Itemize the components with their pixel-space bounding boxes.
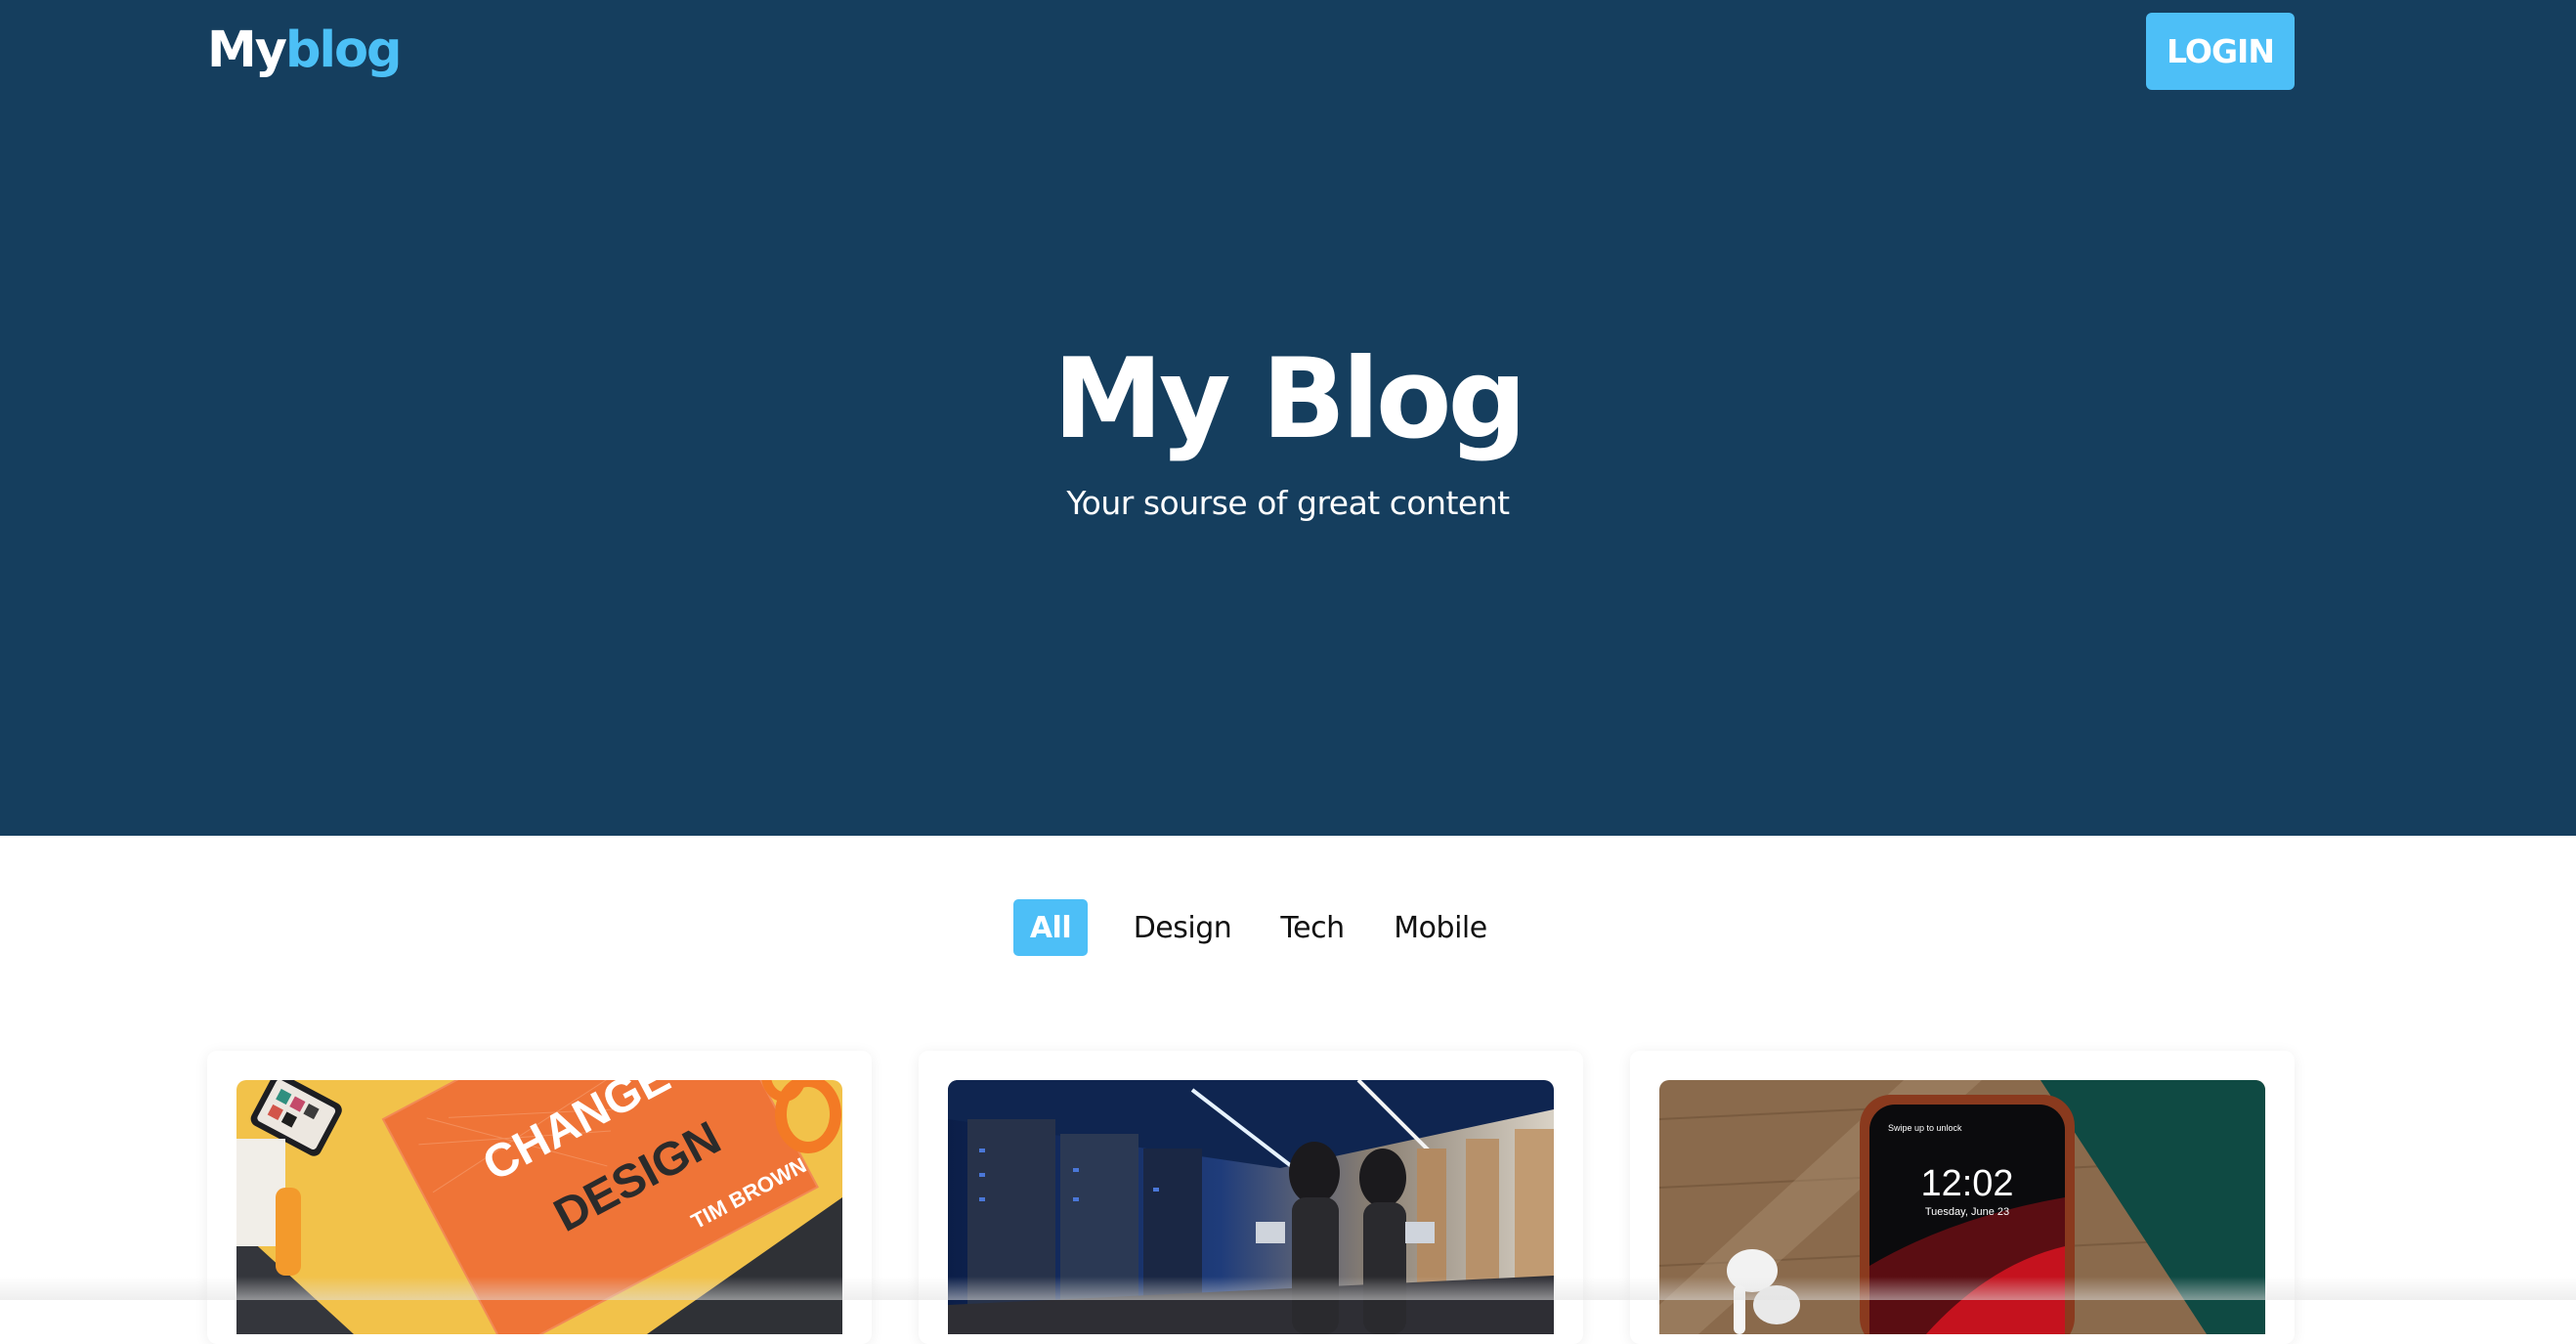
hero-header: Myblog LOGIN My Blog Your sourse of grea…	[0, 0, 2576, 836]
page-subtitle: Your sourse of great content	[1066, 484, 1510, 522]
lock-screen-date: Tuesday, June 23	[1925, 1206, 2009, 1218]
filter-tab-tech[interactable]: Tech	[1268, 899, 1356, 956]
login-button[interactable]: LOGIN	[2146, 13, 2295, 90]
logo-text-blog: blog	[285, 22, 403, 79]
filter-tab-mobile[interactable]: Mobile	[1384, 899, 1497, 956]
post-image-design-book[interactable]: CHANGE DESIGN TIM BROWN	[236, 1080, 842, 1334]
filter-tab-all[interactable]: All	[1013, 899, 1088, 956]
post-image-smartphone[interactable]: Swipe up to unlock 12:02 Tuesday, June 2…	[1659, 1080, 2265, 1334]
post-card[interactable]	[919, 1051, 1583, 1344]
lock-screen-hint: Swipe up to unlock	[1888, 1123, 1962, 1133]
logo-text-my: My	[207, 22, 287, 79]
post-card[interactable]: CHANGE DESIGN TIM BROWN	[207, 1051, 872, 1344]
lock-screen-time: 12:02	[1920, 1163, 2013, 1204]
filter-tab-design[interactable]: Design	[1124, 899, 1241, 956]
page-title: My Blog	[1052, 334, 1527, 463]
post-card[interactable]: Swipe up to unlock 12:02 Tuesday, June 2…	[1630, 1051, 2295, 1344]
site-logo[interactable]: Myblog	[207, 20, 403, 82]
post-image-server-room[interactable]	[948, 1080, 1554, 1334]
